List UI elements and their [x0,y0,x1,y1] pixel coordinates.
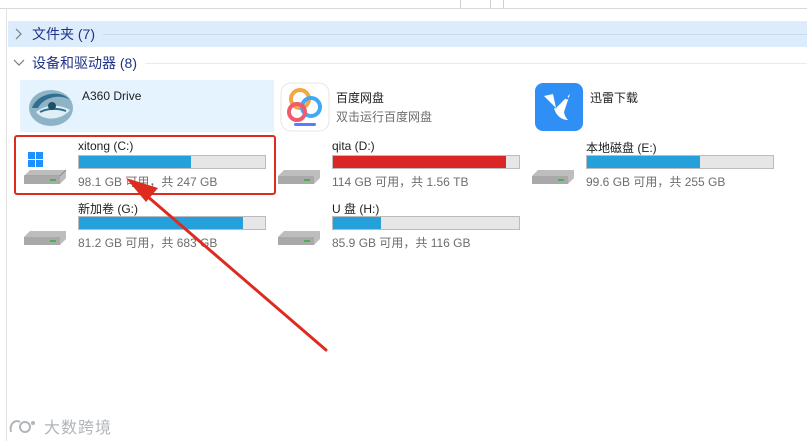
chevron-right-icon[interactable] [12,27,26,41]
drive-space-info: 99.6 GB 可用，共 255 GB [586,175,726,189]
top-toolbar-strip [0,0,807,9]
group-divider-line [103,33,807,35]
hard-drive-icon [532,170,574,184]
watermark: 大数跨境 [8,414,112,438]
usb-drive-icon [278,231,320,245]
xunlei-bird-icon [535,83,583,131]
folders-group-title: 文件夹 (7) [32,26,95,42]
drive-name: qita (D:) [332,139,375,153]
annotation-highlight-box [14,135,276,195]
drive-space-info: 85.9 GB 可用，共 116 GB [332,236,471,250]
drive-h-tile[interactable]: U 盘 (H:) 85.9 GB 可用，共 116 GB [270,199,524,255]
drive-g-tile[interactable]: 新加卷 (G:) 81.2 GB 可用，共 683 GB [16,199,270,255]
devices-group-header[interactable]: 设备和驱动器 (8) [8,50,807,76]
drive-space-info: 81.2 GB 可用，共 683 GB [78,236,218,250]
toolbar-separator [503,0,504,8]
hard-drive-icon [24,231,66,245]
drive-name: 本地磁盘 (E:) [586,141,657,155]
usage-bar [332,155,520,169]
usage-bar [332,216,520,230]
a360-drive-icon [29,90,73,126]
devices-group-title: 设备和驱动器 (8) [32,55,137,71]
pane-divider [6,8,7,441]
a360-drive-tile[interactable]: A360 Drive [20,80,274,132]
app-name: 迅雷下载 [590,91,639,105]
toolbar-separator [460,0,461,8]
usage-fill [79,217,243,229]
app-name: A360 Drive [82,89,142,103]
usage-fill [333,217,382,229]
drive-name: U 盘 (H:) [332,202,380,216]
xunlei-download-tile[interactable]: 迅雷下载 [528,80,782,132]
group-divider-line [145,62,807,64]
app-name: 百度网盘 [336,91,385,105]
usage-bar [586,155,774,169]
drive-d-tile[interactable]: qita (D:) 114 GB 可用，共 1.56 TB [270,138,524,194]
drive-name: 新加卷 (G:) [78,202,138,216]
chevron-down-icon[interactable] [12,56,26,70]
usage-fill [333,156,506,168]
usage-bar [78,216,266,230]
watermark-text: 大数跨境 [44,420,113,437]
baidu-netdisk-tile[interactable]: 百度网盘 双击运行百度网盘 [274,80,528,132]
drive-space-info: 114 GB 可用，共 1.56 TB [332,175,469,189]
toolbar-separator [490,0,491,8]
folders-group-header[interactable]: 文件夹 (7) [8,21,807,47]
app-subtitle: 双击运行百度网盘 [336,110,433,124]
baidu-netdisk-icon [280,82,330,132]
drive-e-tile[interactable]: 本地磁盘 (E:) 99.6 GB 可用，共 255 GB [524,138,778,194]
usage-fill [587,156,701,168]
hard-drive-icon [278,170,320,184]
watermark-logo-icon [9,420,35,433]
